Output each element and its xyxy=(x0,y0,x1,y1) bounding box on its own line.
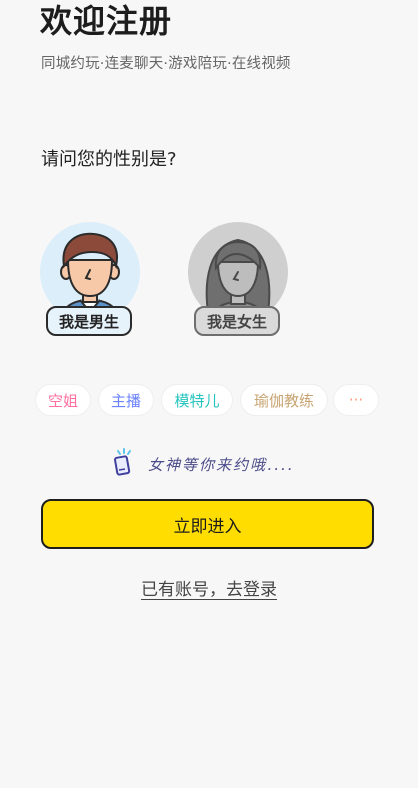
enter-button[interactable]: 立即进入 xyxy=(41,499,374,549)
phone-icon xyxy=(112,448,138,480)
tag-label: 瑜伽教练 xyxy=(253,391,314,410)
female-option[interactable]: 我是女生 xyxy=(186,222,290,342)
slogan: 女神等你来约哦.... xyxy=(112,448,295,480)
tag-zhubo[interactable]: 主播 xyxy=(98,384,154,416)
slogan-text: 女神等你来约哦.... xyxy=(148,455,295,474)
enter-button-label: 立即进入 xyxy=(173,516,242,537)
tag-label: 主播 xyxy=(110,391,141,410)
tag-kongjie[interactable]: 空姐 xyxy=(35,384,91,416)
tag-more[interactable]: ··· xyxy=(333,384,379,416)
tag-label: 模特儿 xyxy=(174,391,220,410)
tag-label: ··· xyxy=(348,391,364,409)
page-subtitle: 同城约玩·连麦聊天·游戏陪玩·在线视频 xyxy=(41,56,291,72)
login-link[interactable]: 已有账号，去登录 xyxy=(0,575,418,600)
gender-question: 请问您的性别是? xyxy=(41,149,177,170)
male-option[interactable]: 我是男生 xyxy=(38,222,142,342)
female-label: 我是女生 xyxy=(194,306,280,336)
page-title: 欢迎注册 xyxy=(40,2,173,40)
male-label: 我是男生 xyxy=(46,306,132,336)
tag-label: 空姐 xyxy=(47,391,78,410)
tag-yoga[interactable]: 瑜伽教练 xyxy=(240,384,328,416)
tag-mote[interactable]: 模特儿 xyxy=(161,384,233,416)
